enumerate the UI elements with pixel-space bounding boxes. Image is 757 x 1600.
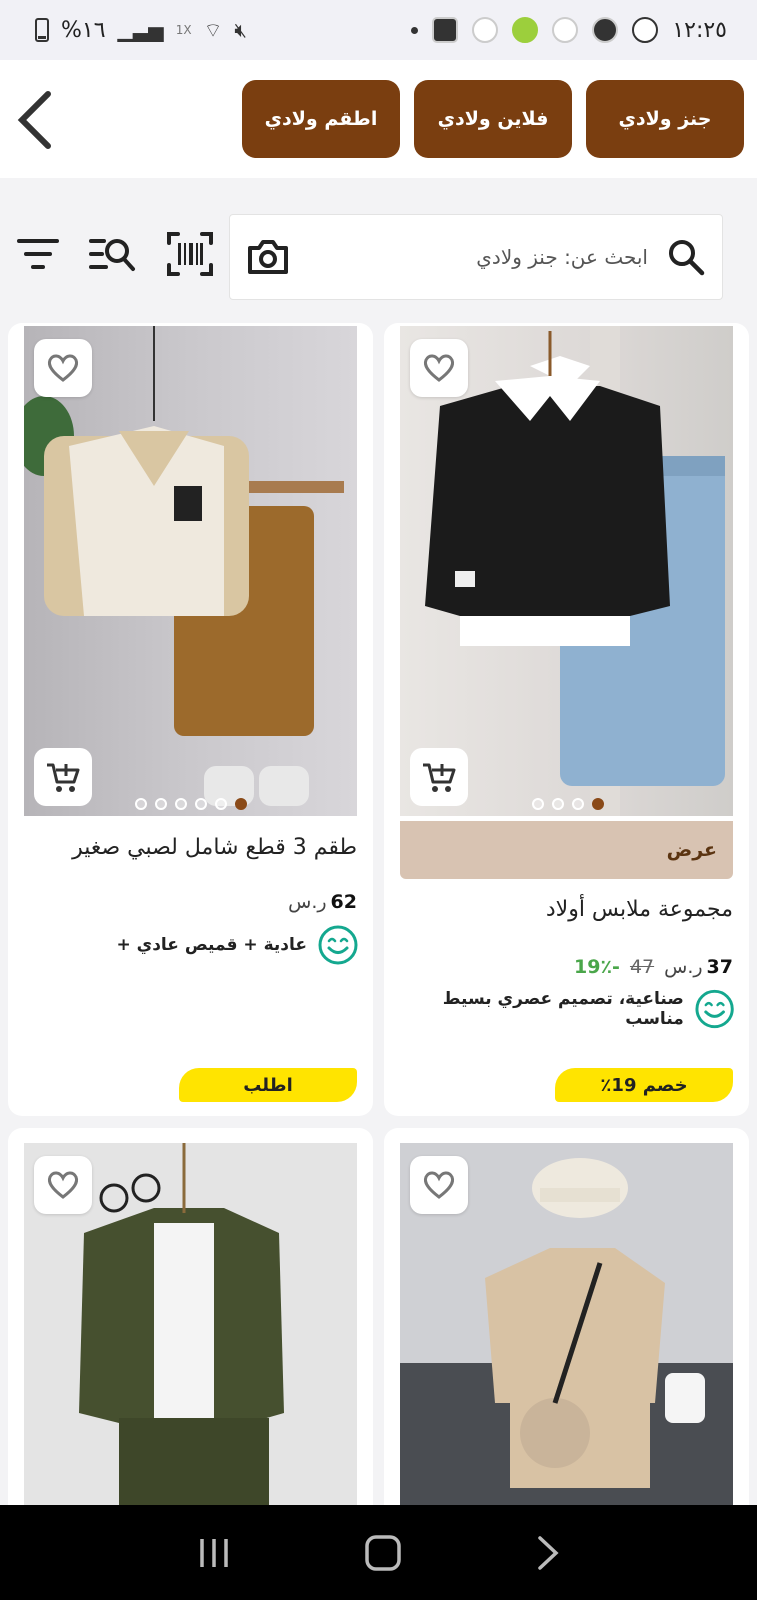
category-pill[interactable]: جنز ولادي <box>586 80 744 158</box>
status-right: ١٢:٢٥ <box>411 17 727 43</box>
favorite-button[interactable] <box>410 339 468 397</box>
product-card[interactable]: طقم 3 قطع شامل لصبي صغير 62ر.س عادية + ق… <box>8 323 373 1116</box>
wifi-icon: ⌔ <box>203 17 223 42</box>
sort-button[interactable] <box>10 226 66 282</box>
search-input[interactable]: ابحث عن: جنز ولادي <box>229 214 723 300</box>
recent-apps-button[interactable] <box>196 1535 232 1571</box>
product-feature: عادية + قميص عادي + <box>116 924 359 966</box>
home-icon <box>364 1534 401 1571</box>
app-notification-icon <box>432 17 459 43</box>
favorite-button[interactable] <box>34 1156 92 1214</box>
mute-icon: 🔇︎ <box>234 18 247 42</box>
pager-dot <box>552 798 564 810</box>
pager-dot-active <box>592 798 604 810</box>
app-notification-icon <box>472 17 499 43</box>
search-icon <box>669 240 705 276</box>
add-to-cart-button[interactable] <box>34 748 92 806</box>
app-notification-icon <box>552 17 579 43</box>
old-price: 47 <box>629 956 655 978</box>
chevron-right-icon <box>537 1535 559 1570</box>
pager-dot <box>215 798 227 810</box>
status-bar: %١٦ ▁▃▅ 1X ⌔ 🔇︎ ١٢:٢٥ <box>0 0 757 60</box>
favorite-button[interactable] <box>410 1156 468 1214</box>
category-pill[interactable]: فلاين ولادي <box>414 80 572 158</box>
product-title[interactable]: مجموعة ملابس أولاد <box>400 897 733 922</box>
product-card[interactable] <box>8 1128 373 1528</box>
heart-icon <box>423 354 455 382</box>
pager-dot <box>572 798 584 810</box>
camera-search-button[interactable] <box>246 238 290 276</box>
product-image[interactable] <box>400 326 733 816</box>
product-image[interactable] <box>24 326 357 816</box>
image-pager[interactable] <box>135 798 247 810</box>
discount-button[interactable]: خصم 19٪ <box>555 1068 733 1102</box>
signal-icon: ▁▃▅ <box>117 18 164 42</box>
feature-text: صناعية، تصميم عصري بسيط مناسب <box>442 989 684 1029</box>
search-row: ابحث عن: جنز ولادي <box>0 178 757 323</box>
search-prefix: ابحث عن: <box>564 245 648 269</box>
back-button[interactable] <box>14 88 58 152</box>
status-left: %١٦ ▁▃▅ 1X ⌔ 🔇︎ <box>35 18 247 43</box>
camera-icon <box>248 240 288 274</box>
search-query: جنز ولادي <box>476 245 558 269</box>
smile-icon <box>695 989 734 1029</box>
chevron-left-icon <box>17 91 51 149</box>
signal-speed: 1X <box>175 23 192 37</box>
search-placeholder: ابحث عن: جنز ولادي <box>290 245 666 269</box>
smile-icon <box>318 925 358 965</box>
current-price: 62ر.س <box>288 891 357 913</box>
favorite-button[interactable] <box>34 339 92 397</box>
pager-dot-active <box>235 798 247 810</box>
heart-icon <box>47 1171 79 1199</box>
pager-dot <box>195 798 207 810</box>
back-nav-button[interactable] <box>534 1533 562 1573</box>
barcode-icon <box>167 232 213 276</box>
category-pill[interactable]: اطقم ولادي <box>242 80 400 158</box>
notification-dot-icon <box>411 26 419 34</box>
product-card[interactable] <box>384 1128 749 1528</box>
home-button[interactable] <box>363 1533 403 1573</box>
current-price: 37ر.س <box>664 956 733 978</box>
product-photo-illustration <box>24 326 344 806</box>
filter-search-button[interactable] <box>84 226 140 282</box>
pager-dot <box>532 798 544 810</box>
image-pager[interactable] <box>532 798 604 810</box>
offer-badge: عرض <box>400 821 733 879</box>
price-row: 37ر.س 47 -19٪ <box>574 956 733 978</box>
app-notification-icon <box>592 17 619 43</box>
system-nav-bar <box>0 1505 757 1600</box>
app-notification-icon <box>512 17 539 43</box>
category-bar: اطقم ولادي فلاين ولادي جنز ولادي <box>0 60 757 178</box>
sort-icon <box>17 239 59 269</box>
pager-dot <box>155 798 167 810</box>
product-title[interactable]: طقم 3 قطع شامل لصبي صغير <box>24 835 357 860</box>
feature-text: عادية + قميص عادي + <box>116 935 307 955</box>
product-feature: صناعية، تصميم عصري بسيط مناسب <box>384 988 735 1030</box>
price-row: 62ر.س <box>288 891 357 913</box>
barcode-scan-button[interactable] <box>162 226 218 282</box>
product-photo-illustration <box>425 326 725 816</box>
clock: ١٢:٢٥ <box>672 17 727 43</box>
list-search-icon <box>89 239 135 271</box>
cart-add-icon <box>423 763 456 792</box>
heart-icon <box>47 354 79 382</box>
order-button[interactable]: اطلب <box>179 1068 357 1102</box>
whatsapp-icon <box>632 17 659 43</box>
recent-apps-icon <box>199 1538 228 1567</box>
discount-percent: -19٪ <box>574 956 620 978</box>
battery-percent: %١٦ <box>61 17 106 43</box>
add-to-cart-button[interactable] <box>410 748 468 806</box>
cart-add-icon <box>47 763 80 792</box>
pager-dot <box>135 798 147 810</box>
product-card[interactable]: عرض مجموعة ملابس أولاد 37ر.س 47 -19٪ صنا… <box>384 323 749 1116</box>
battery-icon <box>35 18 49 42</box>
pager-dot <box>175 798 187 810</box>
heart-icon <box>423 1171 455 1199</box>
